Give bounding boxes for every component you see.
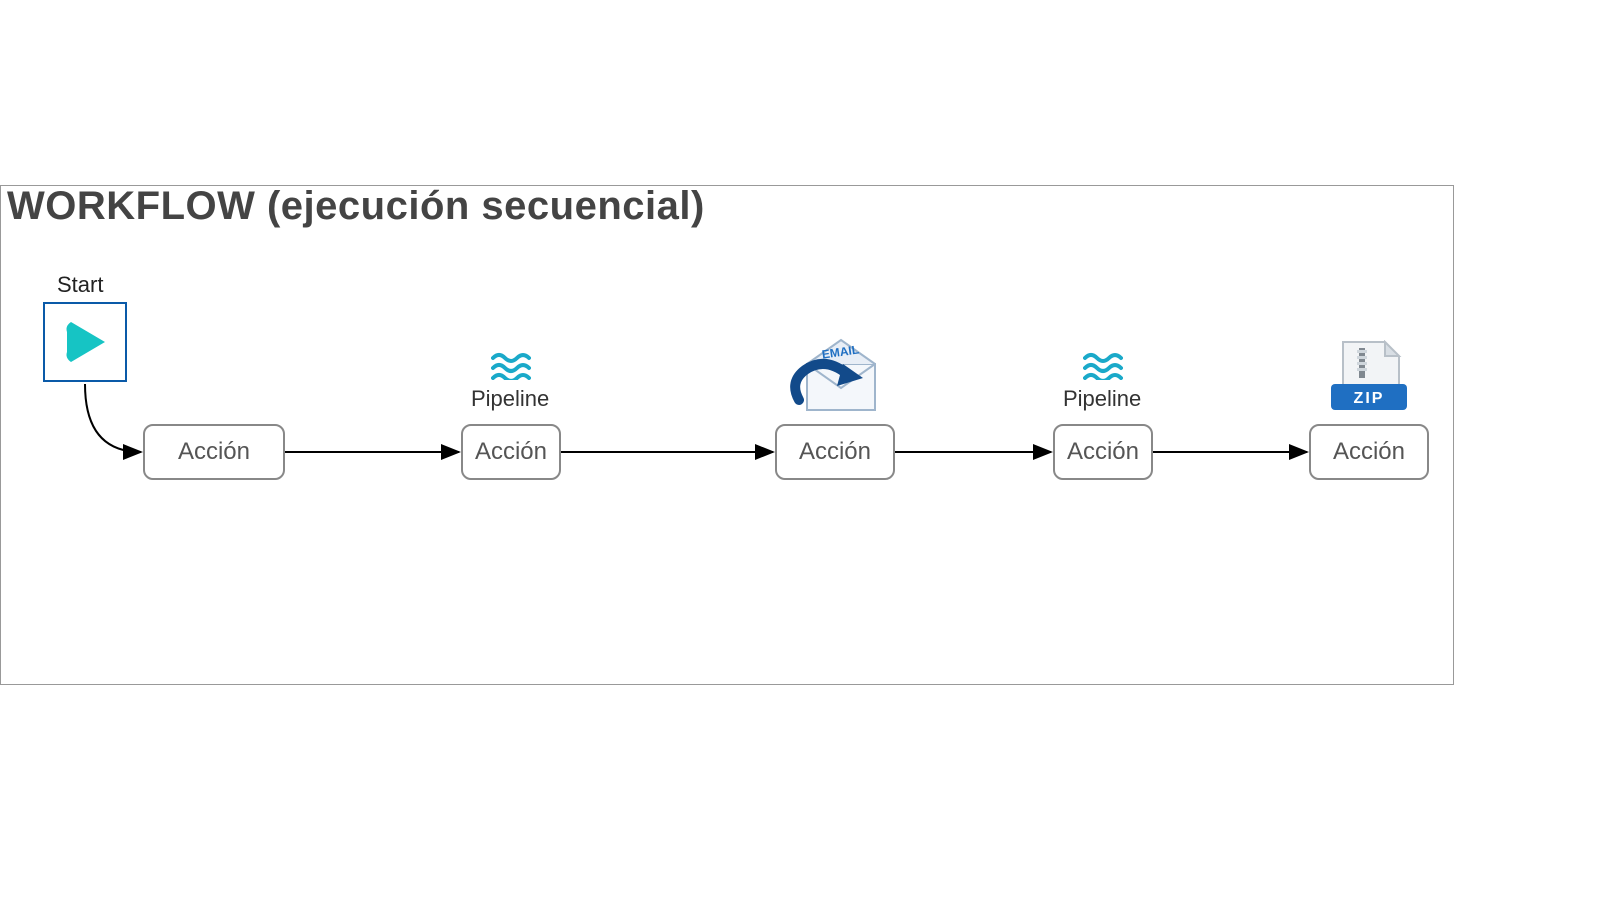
action-node-1[interactable]: Acción [143, 424, 285, 480]
pipeline-label-2: Pipeline [1063, 386, 1141, 412]
zip-icon-text: ZIP [1354, 390, 1385, 407]
action-node-1-label: Acción [178, 438, 250, 466]
play-icon [57, 314, 113, 370]
action-node-4[interactable]: Acción [1053, 424, 1153, 480]
action-node-5-label: Acción [1333, 438, 1405, 466]
action-node-2[interactable]: Acción [461, 424, 561, 480]
action-node-3[interactable]: Acción [775, 424, 895, 480]
start-label: Start [57, 272, 103, 298]
wave-icon [491, 352, 531, 380]
wave-icon [1083, 352, 1123, 380]
pipeline-label-1: Pipeline [471, 386, 549, 412]
action-node-2-label: Acción [475, 438, 547, 466]
action-node-4-label: Acción [1067, 438, 1139, 466]
action-node-5[interactable]: Acción [1309, 424, 1429, 480]
workflow-title: WORKFLOW (ejecución secuencial) [7, 184, 705, 229]
zip-file-icon: ZIP [1329, 340, 1409, 422]
action-node-3-label: Acción [799, 438, 871, 466]
workflow-frame: WORKFLOW (ejecución secuencial) Start Ac… [0, 185, 1454, 685]
email-icon: EMAIL [785, 330, 895, 422]
start-node[interactable] [43, 302, 127, 382]
